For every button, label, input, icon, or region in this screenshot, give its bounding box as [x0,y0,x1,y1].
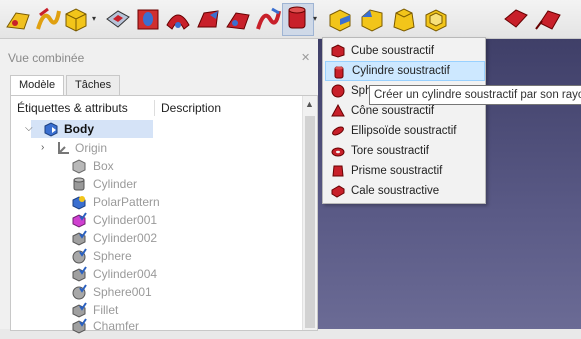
tree-item-label: Cylinder [93,177,138,191]
scroll-up-icon[interactable]: ▲ [305,99,314,109]
cylinder-icon [71,176,87,192]
tree-item-cylinder001[interactable]: Cylinder001 [55,211,255,229]
mirrored-icon[interactable] [502,5,530,33]
hole-icon[interactable] [134,5,162,33]
tree-item-polarpattern[interactable]: PolarPattern [55,193,255,211]
tree-item-label: Sphere001 [93,285,152,299]
tree-item-box[interactable]: Box [55,157,255,175]
subtractive-cone-icon [331,103,345,118]
tree-scrollbar[interactable]: ▲ [302,96,317,330]
collapse-chevron-icon[interactable]: ⌵ [25,120,33,138]
menu-item-label: Cale soustractive [351,185,440,197]
cylinder-check-icon [71,266,87,282]
menu-item-label: Prisme soustractif [351,165,443,177]
tooltip: Créer un cylindre soustractif par son ra… [369,85,581,105]
column-divider[interactable] [154,100,155,116]
sphere-icon [71,248,87,264]
tree-item-cylinder004[interactable]: Cylinder004 [55,265,255,283]
menu-item-tore-soustractif[interactable]: Tore soustractif [325,141,483,161]
subtractive-loft-icon[interactable] [194,5,222,33]
body-icon [43,121,59,137]
column-header-description[interactable]: Description [161,101,221,115]
menu-item-prisme-soustractif[interactable]: Prisme soustractif [325,161,483,181]
tree-item-chamfer[interactable]: Chamfer [55,317,255,335]
origin-icon [55,140,71,156]
column-header-labels[interactable]: Étiquettes & attributs [17,101,128,115]
tree-item-label: Cylinder001 [93,213,158,227]
additive-primitive-icon[interactable] [62,5,90,33]
subtractive-box-icon [331,44,345,58]
subtractive-torus-icon [331,144,345,158]
tree-item-label: Body [64,122,94,136]
subtractive-dropdown-arrow[interactable]: ▾ [313,14,321,24]
menu-item-label: Tore soustractif [351,145,429,157]
polar-pattern-icon [71,194,87,210]
scroll-thumb[interactable] [305,116,315,328]
combo-view-panel: Vue combinée ✕ Modèle Tâches Étiquettes … [0,39,318,334]
panel-title: Vue combinée [8,51,85,65]
fillet-icon [71,302,87,318]
additive-helix-icon[interactable] [34,5,62,33]
menu-item-cale-soustractive[interactable]: Cale soustractive [325,181,483,201]
tab-model[interactable]: Modèle [10,75,65,96]
cylinder-check-icon [71,230,87,246]
toolbar: ▾ ▾ [0,0,581,39]
tree-item-cylinder002[interactable]: Cylinder002 [55,229,255,247]
subtractive-sphere-icon [331,84,345,98]
tree-item-body[interactable]: ⌵ Body [25,120,153,138]
box-icon [71,158,87,174]
tree-item-label: Sphere [93,249,132,263]
groove-icon[interactable] [164,5,192,33]
chamfer-icon[interactable] [358,5,386,33]
linear-pattern-icon[interactable] [534,5,562,33]
additive-dropdown-arrow[interactable]: ▾ [92,14,100,24]
subtractive-wedge-icon [331,184,345,198]
subtractive-cylinder-icon [332,65,346,79]
subtractive-prism-icon [331,164,345,178]
close-icon[interactable]: ✕ [301,51,315,65]
tree-item-label: Origin [75,141,108,155]
tree-item-origin[interactable]: › Origin [41,139,241,157]
menu-item-label: Cylindre soustractif [352,65,450,77]
tab-tasks[interactable]: Tâches [66,75,121,95]
tree-item-label: Box [93,159,114,173]
expand-chevron-icon[interactable]: › [41,139,44,157]
tree-item-label: Cylinder002 [93,231,158,245]
menu-item-cube-soustractif[interactable]: Cube soustractif [325,41,483,61]
model-tree[interactable]: Étiquettes & attributs Description ⌵ Bod… [10,95,318,334]
subtractive-ellipsoid-icon [331,124,345,138]
subtractive-pipe-icon[interactable] [224,5,252,33]
thickness-icon[interactable] [422,5,450,33]
sphere-icon [71,284,87,300]
fillet-icon[interactable] [326,5,354,33]
tree-item-cylinder[interactable]: Cylinder [55,175,255,193]
draft-icon[interactable] [390,5,418,33]
tree-item-sphere001[interactable]: Sphere001 [55,283,255,301]
tree-header: Étiquettes & attributs Description [11,96,303,118]
menu-item-cylindre-soustractif[interactable]: Cylindre soustractif [325,61,485,81]
tree-item-label: Cylinder004 [93,267,158,281]
tree-item-sphere[interactable]: Sphere [55,247,255,265]
additive-pipe-icon[interactable] [4,5,32,33]
subtractive-primitive-icon[interactable] [282,3,314,36]
tree-item-label: PolarPattern [93,195,160,209]
subtractive-primitive-menu: Cube soustractif Cylindre soustractif Sp… [322,37,486,204]
menu-item-label: Cube soustractif [351,45,435,57]
menu-item-ellipsoide-soustractif[interactable]: Ellipsoïde soustractif [325,121,483,141]
tree-item-label: Chamfer [93,319,140,333]
chamfer-icon [71,318,87,334]
subtractive-helix-icon[interactable] [254,5,282,33]
menu-item-label: Ellipsoïde soustractif [351,125,457,137]
cylinder-check-icon [71,212,87,228]
pocket-icon[interactable] [104,5,132,33]
